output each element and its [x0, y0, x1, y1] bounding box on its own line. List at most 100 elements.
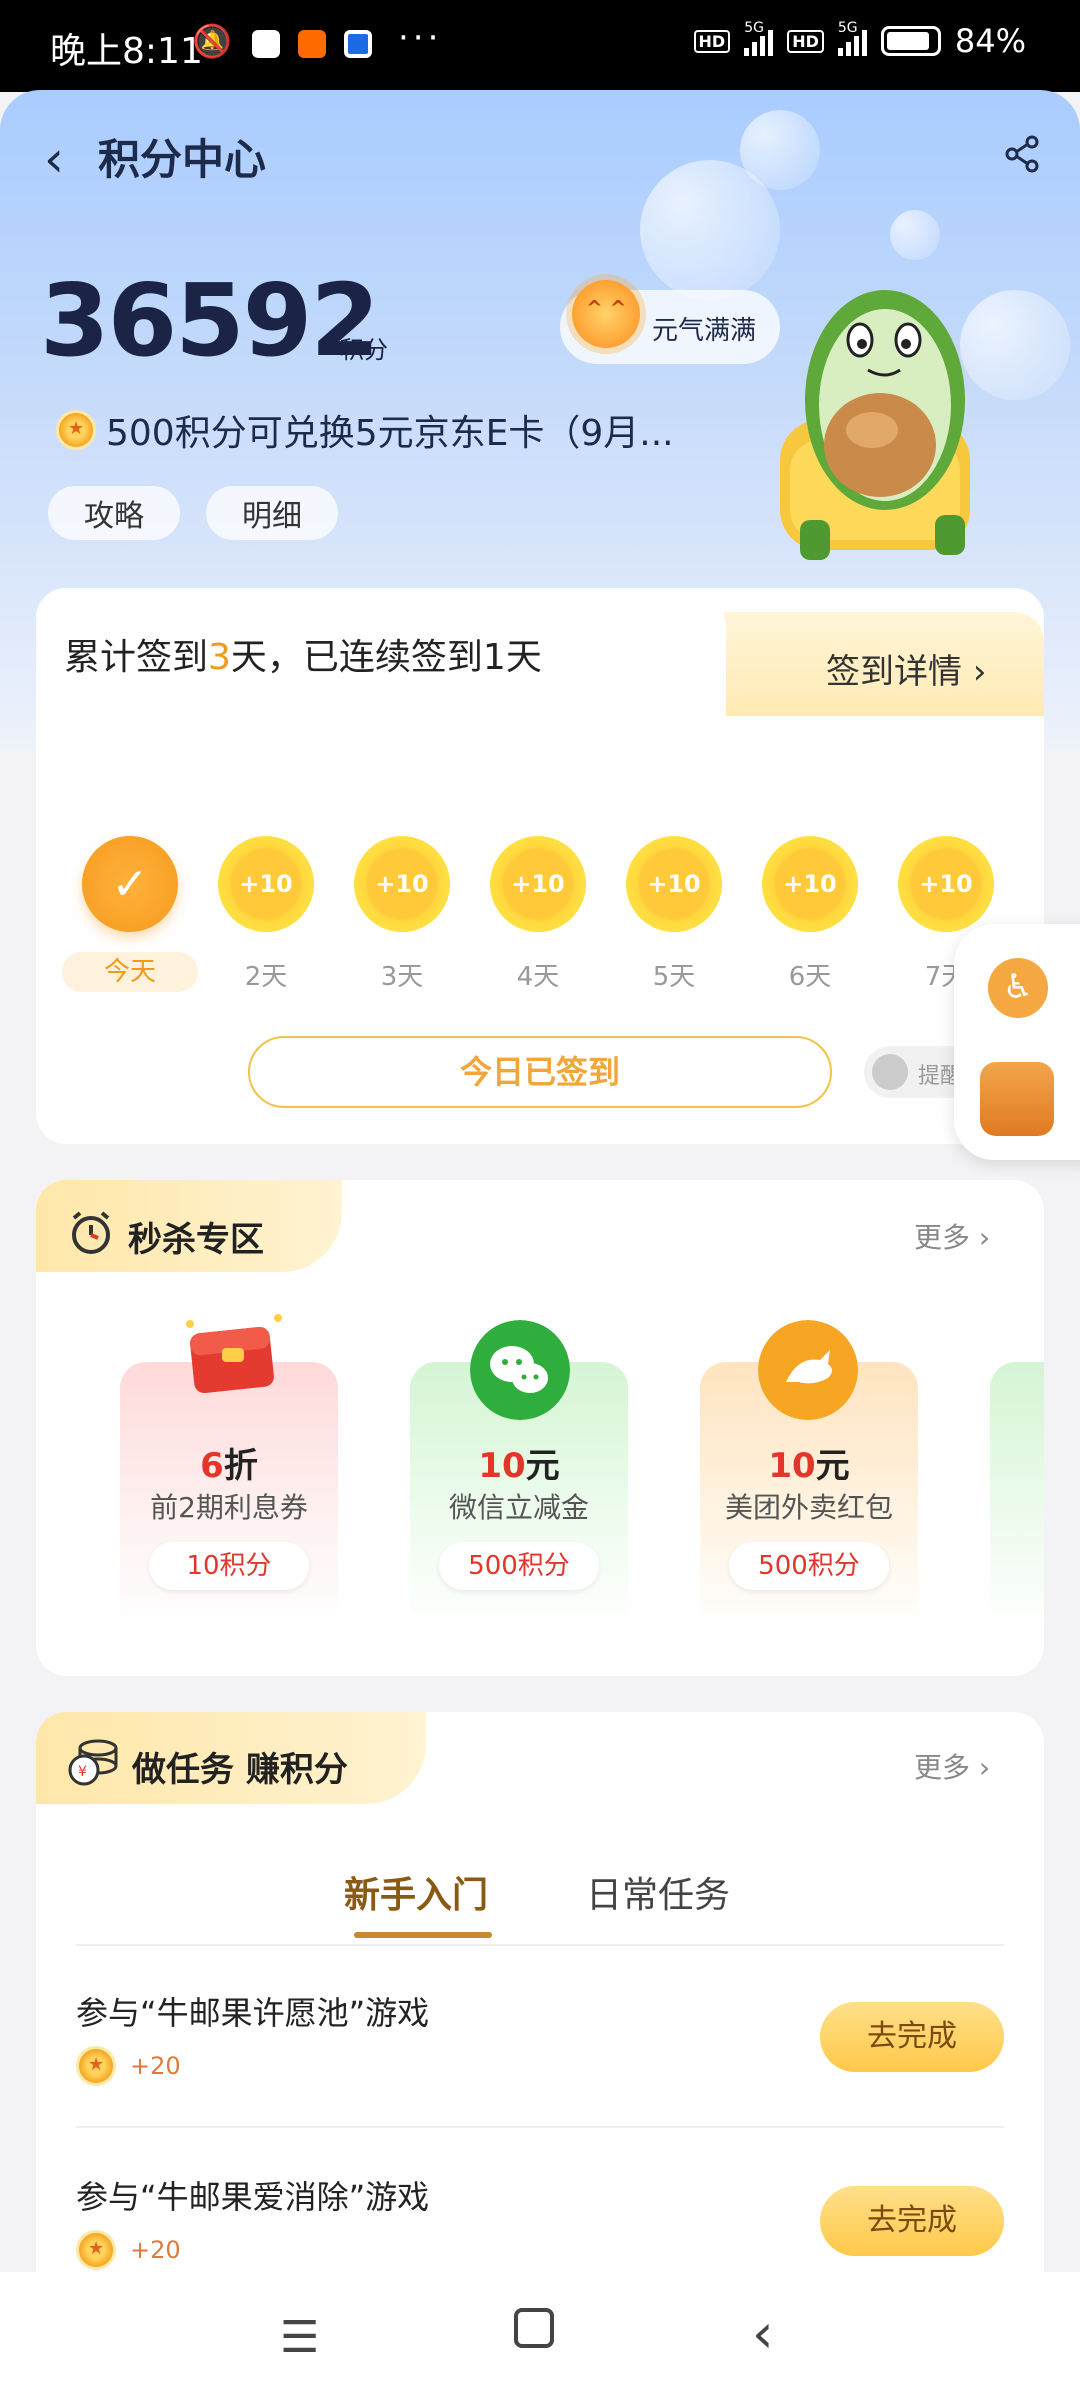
toggle-knob: [872, 1054, 908, 1090]
signal-icon-2: 5G: [837, 20, 867, 56]
mood-bubble[interactable]: 元气满满: [560, 280, 780, 364]
sun-face-icon: [572, 280, 640, 348]
avocado-mascot-icon: [780, 290, 970, 560]
deal-amount-unit: 元: [525, 1446, 560, 1486]
accessibility-icon[interactable]: ♿: [988, 958, 1048, 1018]
deal-amount: 10元: [700, 1438, 918, 1487]
mute-icon: 🔕: [192, 22, 232, 60]
app-icon: [344, 30, 372, 58]
day-label-5: 5天: [652, 962, 696, 992]
task-reward-value: +20: [130, 2052, 181, 2080]
deal-desc: 美团外卖红包: [724, 1491, 893, 1524]
task-divider: [76, 2126, 1004, 2128]
tasks-more[interactable]: 更多 ›: [914, 1746, 990, 1786]
chevron-right-icon: ›: [972, 652, 987, 692]
menu-icon[interactable]: ☰: [280, 2312, 319, 2363]
more-notifications-icon: ···: [398, 18, 443, 58]
day-today-check: ✓: [82, 836, 178, 932]
coin-icon: [76, 2230, 116, 2270]
task-reward-value: +20: [130, 2236, 181, 2264]
day-label-3: 3天: [380, 962, 424, 992]
day-label-today: 今天: [62, 952, 198, 992]
glove-mascot-icon[interactable]: [980, 1062, 1054, 1136]
task-title: 参与“牛邮果许愿池”游戏: [76, 1994, 430, 2032]
deal-cost: 10积分: [149, 1542, 309, 1590]
task-title: 参与“牛邮果爱消除”游戏: [76, 2178, 430, 2216]
signin-detail-link[interactable]: 签到详情 ›: [826, 644, 986, 693]
day-7-coin: +10: [898, 836, 994, 932]
svg-text:¥: ¥: [78, 1764, 87, 1780]
signal-icon: 5G: [744, 20, 774, 56]
deal-amount: 6折: [120, 1438, 338, 1487]
day-4-coin: +10: [490, 836, 586, 932]
system-nav-bar: ☰ ‹: [0, 2272, 1080, 2400]
battery-level: 84%: [954, 22, 1026, 60]
deal-amount-value: 6: [200, 1446, 224, 1486]
signin-text-prefix: 累计签到: [64, 637, 209, 678]
flash-sale-more[interactable]: 更多 ›: [914, 1216, 990, 1256]
deal-desc: 前2期利息券: [150, 1491, 308, 1524]
points-unit: 积分: [340, 336, 388, 364]
promo-banner[interactable]: 500积分可兑换5元京东E卡（9月...: [56, 404, 674, 456]
home-icon[interactable]: [514, 2308, 554, 2348]
battery-icon: [880, 26, 941, 56]
status-right: HD 5G HD 5G 84%: [693, 20, 1026, 60]
signin-days-total: 3: [208, 637, 231, 678]
tab-divider: [76, 1944, 1004, 1946]
check-icon: ✓: [111, 858, 149, 910]
task-complete-button[interactable]: 去完成: [820, 2186, 1004, 2256]
guide-button[interactable]: 攻略: [48, 486, 180, 540]
back-nav-icon[interactable]: ‹: [752, 2302, 774, 2365]
tab-underline: [354, 1932, 492, 1938]
tab-daily[interactable]: 日常任务: [586, 1866, 730, 1918]
task-reward: +20: [76, 2046, 181, 2086]
back-button[interactable]: ‹: [44, 130, 64, 188]
meituan-kangaroo-icon: [758, 1320, 858, 1420]
day-label-6: 6天: [788, 962, 832, 992]
coin-icon: [76, 2046, 116, 2086]
details-button[interactable]: 明细: [206, 486, 338, 540]
promo-text: 500积分可兑换5元京东E卡（9月...: [106, 413, 674, 454]
deal-amount-value: 10: [478, 1446, 526, 1486]
coin-icon: [56, 410, 96, 450]
tasks-more-label: 更多: [914, 1751, 971, 1784]
deal-amount-unit: 元: [815, 1446, 850, 1486]
deal-cost: 500积分: [439, 1542, 599, 1590]
mi-icon: [298, 30, 326, 58]
wechat-icon: [470, 1320, 570, 1420]
day-5-coin: +10: [626, 836, 722, 932]
red-envelope-icon: [186, 1314, 282, 1394]
deal-amount-unit: 折: [223, 1446, 258, 1486]
day-label-2: 2天: [244, 962, 288, 992]
qq-icon: [252, 30, 280, 58]
deal-amount: 10元: [410, 1438, 628, 1487]
tab-beginner[interactable]: 新手入门: [344, 1866, 488, 1918]
points-value: 36592: [40, 262, 380, 379]
flash-sale-more-label: 更多: [914, 1221, 971, 1254]
task-reward: +20: [76, 2230, 181, 2270]
tasks-title: 做任务 赚积分: [132, 1750, 348, 1790]
hd-icon: HD: [693, 29, 731, 53]
deal-cost: 500积分: [729, 1542, 889, 1590]
mood-text: 元气满满: [652, 316, 757, 346]
status-bar: 晚上8:11 🔕 ··· HD 5G HD 5G 84%: [0, 0, 1080, 92]
day-2-coin: +10: [218, 836, 314, 932]
deal-desc: 微信立减金: [448, 1491, 589, 1524]
flash-sale-title: 秒杀专区: [128, 1220, 264, 1260]
alarm-clock-icon: [72, 1211, 110, 1254]
deal-amount-value: 10: [768, 1446, 816, 1486]
page-title: 积分中心: [98, 135, 267, 184]
status-time: 晚上8:11: [50, 31, 203, 72]
deal-next-peek: [990, 1362, 1044, 1628]
share-icon[interactable]: [1000, 132, 1044, 176]
day-3-coin: +10: [354, 836, 450, 932]
signin-summary: 累计签到3天，已连续签到1天: [64, 628, 542, 680]
day-6-coin: +10: [762, 836, 858, 932]
signin-text-suffix: 天，已连续签到1天: [230, 637, 542, 678]
task-complete-button[interactable]: 去完成: [820, 2002, 1004, 2072]
day-label-4: 4天: [516, 962, 560, 992]
coin-stack-icon: ¥: [68, 1739, 118, 1786]
signin-detail-label: 签到详情: [826, 652, 962, 692]
deal-interest-coupon[interactable]: 6折 前2期利息券 10积分: [120, 1362, 338, 1628]
signed-today-button[interactable]: 今日已签到: [248, 1036, 832, 1108]
